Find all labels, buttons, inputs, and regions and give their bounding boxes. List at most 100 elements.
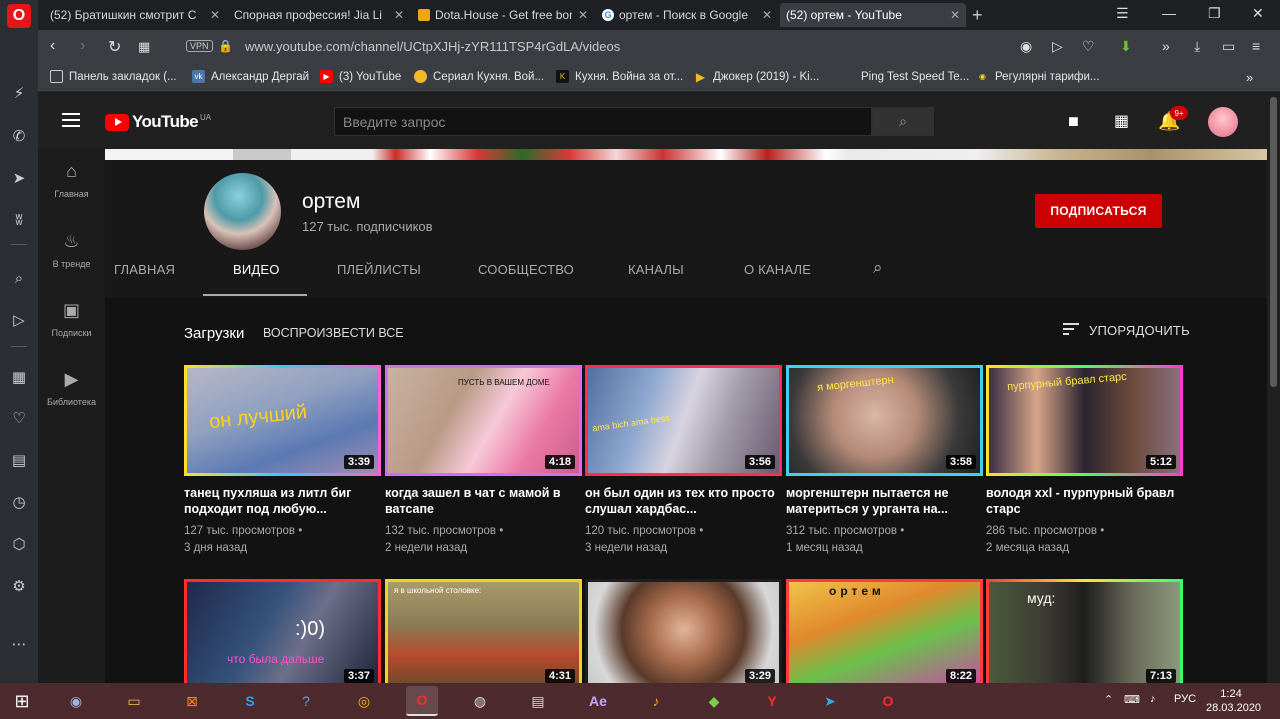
file-explorer-icon[interactable]: ▭ — [118, 686, 150, 716]
guide-item-trending[interactable]: ♨ В тренде — [38, 231, 105, 269]
more-icon[interactable]: ⋯ — [7, 632, 31, 656]
video-title[interactable]: он был один из тех кто просто слушал хар… — [585, 485, 782, 517]
windows-start-icon[interactable]: ⊞ — [6, 686, 38, 716]
downloads-icon[interactable]: ⤓ — [1194, 38, 1200, 55]
video-card[interactable]: ama bich ama bess 3:56 он был один из те… — [585, 365, 782, 557]
help-icon[interactable]: ? — [290, 686, 322, 716]
browser-tab[interactable]: Dota.House - Get free bonu ✕ — [412, 3, 594, 27]
vk-icon[interactable]: ʬ — [7, 208, 31, 232]
download-arrow-icon[interactable]: ⬇ — [1120, 38, 1132, 55]
opera-gx-icon[interactable]: O — [872, 686, 904, 716]
video-thumbnail[interactable]: муд: 7:13 — [986, 579, 1183, 683]
telegram-icon[interactable]: ➤ — [814, 686, 846, 716]
video-card[interactable]: пурпурный бравл старс 5:12 володя xxl - … — [986, 365, 1183, 557]
browser-tab[interactable]: ▶ (52) Братишкин смотрит С ✕ — [44, 3, 226, 27]
video-card[interactable]: ортем 8:22 — [786, 579, 983, 683]
hamburger-menu-icon[interactable] — [62, 113, 80, 131]
tray-expand-icon[interactable]: ⌃ — [1104, 693, 1113, 706]
heart-icon[interactable]: ♡ — [1082, 38, 1095, 55]
play-all-button[interactable]: ВОСПРОИЗВЕСТИ ВСЕ — [263, 326, 404, 340]
fl-studio-icon[interactable]: ♪ — [640, 686, 672, 716]
vpn-badge[interactable]: VPN — [186, 40, 213, 52]
bookmark-item[interactable]: Сериал Кухня. Вой... — [414, 70, 544, 83]
bookmark-item[interactable]: Ping Test Speed Te... — [842, 70, 969, 83]
heart-icon[interactable]: ♡ — [7, 406, 31, 430]
maximize-icon[interactable]: ❐ — [1208, 5, 1221, 22]
video-thumbnail[interactable]: я моргенштерн 3:58 — [786, 365, 983, 476]
bookmark-item[interactable]: ◉ Регулярні тарифи... — [976, 70, 1100, 83]
tab-home[interactable]: ГЛАВНАЯ — [114, 262, 175, 277]
video-thumbnail[interactable]: пурпурный бравл старс 5:12 — [986, 365, 1183, 476]
language-indicator[interactable]: РУС — [1174, 693, 1196, 705]
tab-playlists[interactable]: ПЛЕЙЛИСТЫ — [337, 262, 421, 277]
camera-icon[interactable]: ◉ — [1020, 38, 1032, 55]
minimize-icon[interactable]: — — [1162, 5, 1176, 21]
battery-saver-icon[interactable]: ▭ — [1222, 38, 1235, 55]
guide-item-subscriptions[interactable]: ▣ Подписки — [38, 300, 105, 338]
new-tab-icon[interactable]: + — [972, 5, 983, 26]
guide-item-home[interactable]: ⌂ Главная — [38, 161, 105, 199]
bookmark-item[interactable]: vk Александр Дергай — [192, 70, 309, 83]
tab-videos[interactable]: ВИДЕО — [233, 262, 280, 277]
more-icon[interactable]: » — [1162, 38, 1170, 54]
reload-icon[interactable]: ↻ — [108, 37, 121, 57]
tab-channels[interactable]: КАНАЛЫ — [628, 262, 684, 277]
opera-icon[interactable]: O — [406, 686, 438, 716]
video-thumbnail[interactable]: я в школьной столовке: 4:31 — [385, 579, 582, 683]
close-window-icon[interactable]: ✕ — [1252, 5, 1264, 22]
telegram-icon[interactable]: ➤ — [7, 166, 31, 190]
network-icon[interactable]: ⌨ — [1124, 693, 1140, 706]
office-icon[interactable]: ⊠ — [176, 686, 208, 716]
yandex-icon[interactable]: Y — [756, 686, 788, 716]
video-thumbnail[interactable]: он лучший 3:39 — [184, 365, 381, 476]
video-thumbnail[interactable]: 3:29 — [585, 579, 782, 683]
video-card[interactable]: я в школьной столовке: 4:31 — [385, 579, 582, 683]
browser-tab[interactable]: G ортем - Поиск в Google ✕ — [596, 3, 778, 27]
guide-item-library[interactable]: ▶ Библиотека — [38, 369, 105, 407]
video-card[interactable]: 3:29 — [585, 579, 782, 683]
video-thumbnail[interactable]: :)0) что была дальше 3:37 — [184, 579, 381, 683]
scrollbar-thumb[interactable] — [1270, 97, 1277, 387]
url-field[interactable]: www.youtube.com/channel/UCtpXJHj-zYR111T… — [245, 39, 620, 54]
subscribe-button[interactable]: ПОДПИСАТЬСЯ — [1035, 194, 1162, 228]
news-icon[interactable]: ▤ — [7, 448, 31, 472]
opera-menu-icon[interactable]: O — [7, 4, 31, 28]
video-title[interactable]: танец пухляша из литл биг подходит под л… — [184, 485, 381, 517]
close-icon[interactable]: ✕ — [578, 8, 588, 22]
channel-search-icon[interactable]: ⌕ — [873, 258, 883, 278]
obs-icon[interactable]: ◍ — [464, 686, 496, 716]
search-icon[interactable]: ⌕ — [7, 266, 31, 290]
easy-setup-icon[interactable]: ≡ — [1252, 38, 1260, 54]
sort-button[interactable]: УПОРЯДОЧИТЬ — [1063, 323, 1190, 338]
tab-community[interactable]: СООБЩЕСТВО — [478, 262, 574, 277]
account-avatar[interactable] — [1208, 107, 1238, 137]
settings-icon[interactable]: ⚙ — [7, 574, 31, 598]
send-icon[interactable]: ▷ — [7, 308, 31, 332]
system-clock[interactable]: 1:24 28.03.2020 — [1206, 687, 1261, 715]
tab-about[interactable]: О КАНАЛЕ — [744, 262, 811, 277]
send-icon[interactable]: ▷ — [1052, 38, 1063, 55]
chrome-icon[interactable]: ◎ — [348, 686, 380, 716]
tab-menu-icon[interactable]: ☰ — [1116, 5, 1129, 22]
youtube-logo[interactable]: YouTube UA — [105, 112, 211, 132]
create-video-icon[interactable]: ■ — [1068, 111, 1079, 132]
tabs-grid-icon[interactable]: ▦ — [138, 39, 150, 55]
close-icon[interactable]: ✕ — [210, 8, 220, 22]
video-title[interactable]: володя xxl - пурпурный бравл старс — [986, 485, 1183, 517]
messenger-icon[interactable]: ⚡ — [7, 81, 31, 105]
more-bookmarks-icon[interactable]: » — [1246, 70, 1253, 85]
close-icon[interactable]: ✕ — [762, 8, 772, 22]
search-button[interactable]: ⌕ — [872, 107, 934, 136]
video-thumbnail[interactable]: ПУСТЬ В ВАШЕМ ДОМЕ 4:18 — [385, 365, 582, 476]
speed-dial-icon[interactable]: ▦ — [7, 365, 31, 389]
video-card[interactable]: он лучший 3:39 танец пухляша из литл биг… — [184, 365, 381, 557]
video-card[interactable]: ПУСТЬ В ВАШЕМ ДОМЕ 4:18 когда зашел в ча… — [385, 365, 582, 557]
browser-tab[interactable]: ▶ Спорная профессия! Jia Li ✕ — [228, 3, 410, 27]
video-card[interactable]: я моргенштерн 3:58 моргенштерн пытается … — [786, 365, 983, 557]
close-icon[interactable]: ✕ — [394, 8, 404, 22]
close-icon[interactable]: ✕ — [950, 8, 960, 22]
volume-icon[interactable]: ♪ — [1150, 693, 1156, 705]
history-icon[interactable]: ◷ — [7, 490, 31, 514]
video-title[interactable]: когда зашел в чат с мамой в ватсапе — [385, 485, 582, 517]
back-icon[interactable]: ‹ — [50, 37, 55, 55]
